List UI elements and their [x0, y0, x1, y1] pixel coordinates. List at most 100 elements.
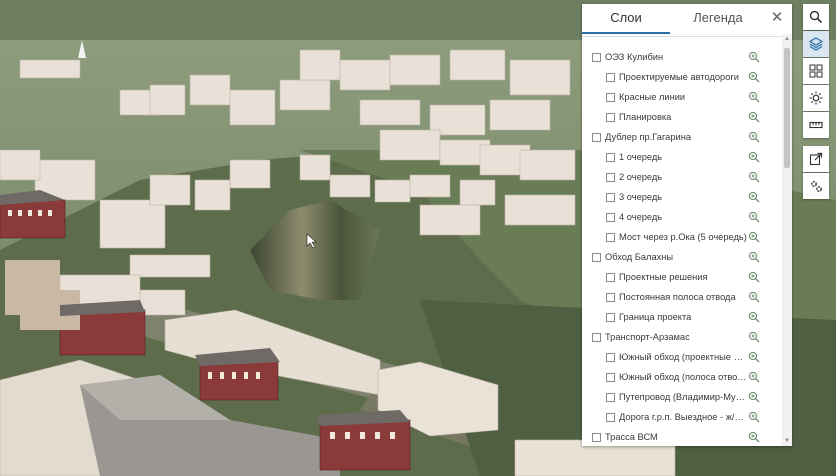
zoom-to-layer-icon[interactable] — [748, 231, 760, 243]
layer-group-row[interactable]: Обход Балахны — [582, 248, 780, 268]
layer-label: Южный обход (проектные ре... — [619, 352, 747, 362]
sublayer-row[interactable]: Мост через р.Ока (5 очередь) — [582, 228, 780, 248]
sublayer-row[interactable]: Южный обход (полоса отвода) — [582, 368, 780, 388]
sublayer-row[interactable]: 4 очередь — [582, 208, 780, 228]
search-button[interactable] — [803, 4, 829, 30]
layer-visibility-checkbox[interactable] — [592, 433, 601, 442]
close-icon[interactable]: ✕ — [768, 9, 786, 27]
layer-list-scrollbar[interactable]: ▲ ▼ — [782, 34, 792, 446]
layer-visibility-checkbox[interactable] — [592, 53, 601, 62]
basemap-gallery-icon — [809, 64, 823, 78]
layer-label: Транспорт-Арзамас — [605, 332, 690, 342]
sublayer-row[interactable]: Проектные решения — [582, 268, 780, 288]
share-button[interactable] — [803, 146, 829, 172]
layer-label: Дублер пр.Гагарина — [605, 132, 692, 142]
zoom-to-layer-icon[interactable] — [748, 411, 760, 423]
sublayer-row[interactable]: 1 очередь — [582, 148, 780, 168]
layer-label: ОЭЗ Кулибин — [605, 52, 664, 62]
layer-visibility-checkbox[interactable] — [592, 133, 601, 142]
zoom-to-layer-icon[interactable] — [748, 351, 760, 363]
layer-visibility-checkbox[interactable] — [606, 93, 615, 102]
layer-label: Обход Балахны — [605, 252, 674, 262]
zoom-to-layer-icon[interactable] — [748, 331, 760, 343]
zoom-to-layer-icon[interactable] — [748, 371, 760, 383]
layer-visibility-checkbox[interactable] — [606, 413, 615, 422]
daylight-icon — [809, 91, 823, 105]
zoom-to-layer-icon[interactable] — [748, 131, 760, 143]
layer-label: Трасса ВСМ — [605, 432, 658, 442]
layer-label: Мост через р.Ока (5 очередь) — [619, 232, 747, 242]
layer-label: 3 очередь — [619, 192, 663, 202]
layer-visibility-checkbox[interactable] — [606, 213, 615, 222]
zoom-to-layer-icon[interactable] — [748, 151, 760, 163]
layer-visibility-checkbox[interactable] — [606, 173, 615, 182]
layer-label: Планировка — [619, 112, 672, 122]
layer-visibility-checkbox[interactable] — [606, 193, 615, 202]
zoom-to-layer-icon[interactable] — [748, 51, 760, 63]
sublayer-row[interactable]: Дорога г.р.п. Выездное - ж/д с... — [582, 408, 780, 428]
zoom-to-layer-icon[interactable] — [748, 251, 760, 263]
daylight-button[interactable] — [803, 85, 829, 111]
layers-button[interactable] — [803, 31, 829, 57]
zoom-to-layer-icon[interactable] — [748, 191, 760, 203]
basemap-gallery-button[interactable] — [803, 58, 829, 84]
map-toolbar — [803, 4, 829, 200]
layer-visibility-checkbox[interactable] — [606, 393, 615, 402]
panel-divider — [582, 36, 792, 37]
layer-label: Граница проекта — [619, 312, 692, 322]
layer-group-row[interactable]: ОЭЗ Кулибин — [582, 48, 780, 68]
zoom-to-layer-icon[interactable] — [748, 91, 760, 103]
layer-visibility-checkbox[interactable] — [606, 73, 615, 82]
settings-icon — [811, 181, 822, 192]
tab-layers[interactable]: Слои — [582, 4, 670, 34]
layer-label: Проектируемые автодороги — [619, 72, 739, 82]
zoom-to-layer-icon[interactable] — [748, 111, 760, 123]
sublayer-row[interactable]: 3 очередь — [582, 188, 780, 208]
layer-visibility-checkbox[interactable] — [592, 253, 601, 262]
zoom-to-layer-icon[interactable] — [748, 291, 760, 303]
layer-label: Проектные решения — [619, 272, 708, 282]
zoom-to-layer-icon[interactable] — [748, 211, 760, 223]
sublayer-row[interactable]: Постоянная полоса отвода — [582, 288, 780, 308]
measure-button[interactable] — [803, 112, 829, 138]
zoom-to-layer-icon[interactable] — [748, 391, 760, 403]
sublayer-row[interactable]: Проектируемые автодороги — [582, 68, 780, 88]
sublayer-row[interactable]: Южный обход (проектные ре... — [582, 348, 780, 368]
layers-icon — [809, 37, 823, 51]
layer-list: ОЭЗ Кулибин Проектируемые автодороги Красн… — [582, 48, 780, 446]
layer-visibility-checkbox[interactable] — [606, 113, 615, 122]
layer-label: 1 очередь — [619, 152, 663, 162]
scroll-thumb[interactable] — [784, 48, 790, 168]
layer-label: 4 очередь — [619, 212, 663, 222]
layer-visibility-checkbox[interactable] — [606, 273, 615, 282]
sublayer-row[interactable]: Красные линии — [582, 88, 780, 108]
layer-visibility-checkbox[interactable] — [606, 153, 615, 162]
layer-visibility-checkbox[interactable] — [592, 333, 601, 342]
scroll-up-arrow-icon[interactable]: ▲ — [782, 34, 792, 44]
settings-button[interactable] — [803, 173, 829, 199]
layer-visibility-checkbox[interactable] — [606, 233, 615, 242]
zoom-to-layer-icon[interactable] — [748, 311, 760, 323]
layer-group-row[interactable]: Трасса ВСМ — [582, 428, 780, 446]
search-icon — [809, 10, 823, 24]
layer-group-row[interactable]: Транспорт-Арзамас — [582, 328, 780, 348]
layer-label: Красные линии — [619, 92, 686, 102]
zoom-to-layer-icon[interactable] — [748, 431, 760, 443]
sublayer-row[interactable]: Путепровод (Владимир-Мур... — [582, 388, 780, 408]
layer-visibility-checkbox[interactable] — [606, 293, 615, 302]
layer-visibility-checkbox[interactable] — [606, 313, 615, 322]
layer-label: 2 очередь — [619, 172, 663, 182]
zoom-to-layer-icon[interactable] — [748, 271, 760, 283]
layer-label: Дорога г.р.п. Выездное - ж/д с... — [619, 412, 747, 422]
zoom-to-layer-icon[interactable] — [748, 171, 760, 183]
layer-group-row[interactable]: Дублер пр.Гагарина — [582, 128, 780, 148]
zoom-to-layer-icon[interactable] — [748, 71, 760, 83]
scroll-down-arrow-icon[interactable]: ▼ — [782, 436, 792, 446]
layer-visibility-checkbox[interactable] — [606, 373, 615, 382]
sublayer-row[interactable]: Граница проекта — [582, 308, 780, 328]
sublayer-row[interactable]: Планировка — [582, 108, 780, 128]
layer-label: Южный обход (полоса отвода) — [619, 372, 747, 382]
layer-visibility-checkbox[interactable] — [606, 353, 615, 362]
tab-legend[interactable]: Легенда — [670, 4, 766, 34]
sublayer-row[interactable]: 2 очередь — [582, 168, 780, 188]
